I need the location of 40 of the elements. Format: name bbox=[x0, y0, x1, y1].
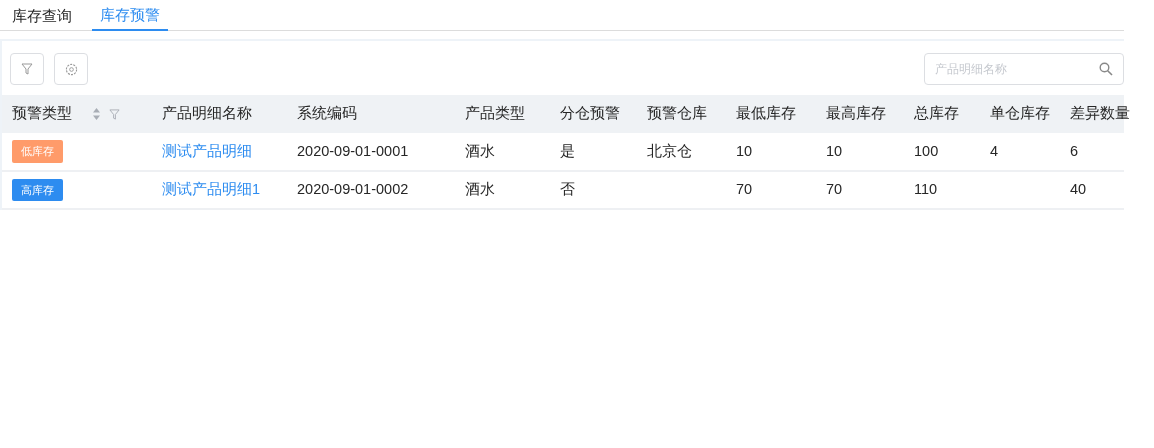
column-header: 产品明细名称 bbox=[162, 105, 252, 122]
table-cell: 酒水 bbox=[465, 181, 495, 198]
tab[interactable]: 库存预警 bbox=[92, 0, 168, 31]
table-cell: 6 bbox=[1070, 142, 1079, 159]
column-header: 分仓预警 bbox=[560, 105, 620, 122]
sort-icon[interactable] bbox=[92, 107, 101, 122]
product-link[interactable]: 测试产品明细1 bbox=[162, 181, 261, 198]
table-cell: 2020-09-01-0001 bbox=[297, 142, 409, 159]
column-header: 预警仓库 bbox=[647, 105, 707, 122]
table-cell: 70 bbox=[826, 181, 843, 198]
column-header: 差异数量 bbox=[1070, 105, 1130, 122]
column-header: 系统编码 bbox=[297, 105, 357, 122]
table-cell: 10 bbox=[826, 142, 843, 159]
filter-icon[interactable] bbox=[109, 108, 120, 120]
table-cell: 4 bbox=[990, 142, 999, 159]
table-cell: 40 bbox=[1070, 181, 1087, 198]
status-tag: 高库存 bbox=[12, 178, 63, 202]
table-cell: 是 bbox=[560, 142, 575, 159]
search-icon[interactable] bbox=[1099, 62, 1113, 76]
settings-icon bbox=[64, 62, 78, 76]
status-tag: 低库存 bbox=[12, 140, 63, 163]
table-cell: 2020-09-01-0002 bbox=[297, 181, 409, 198]
table-cell: 10 bbox=[736, 142, 753, 159]
product-link[interactable]: 测试产品明细 bbox=[162, 142, 252, 159]
tab[interactable]: 库存查询 bbox=[0, 0, 84, 31]
table-cell: 酒水 bbox=[465, 142, 495, 159]
column-header: 产品类型 bbox=[465, 105, 525, 122]
filter-button[interactable] bbox=[10, 53, 44, 85]
column-header: 总库存 bbox=[914, 105, 959, 122]
column-header: 预警类型 bbox=[12, 105, 72, 122]
column-header: 最高库存 bbox=[826, 105, 886, 122]
table-cell: 北京仓 bbox=[647, 142, 692, 159]
table-cell: 70 bbox=[736, 181, 753, 198]
table-cell: 100 bbox=[914, 142, 939, 159]
table-cell: 110 bbox=[914, 181, 938, 198]
settings-button[interactable] bbox=[54, 53, 88, 85]
column-header: 最低库存 bbox=[736, 105, 796, 122]
column-header: 单仓库存 bbox=[990, 105, 1050, 122]
table-cell: 否 bbox=[560, 181, 575, 198]
filter-icon bbox=[21, 63, 33, 75]
